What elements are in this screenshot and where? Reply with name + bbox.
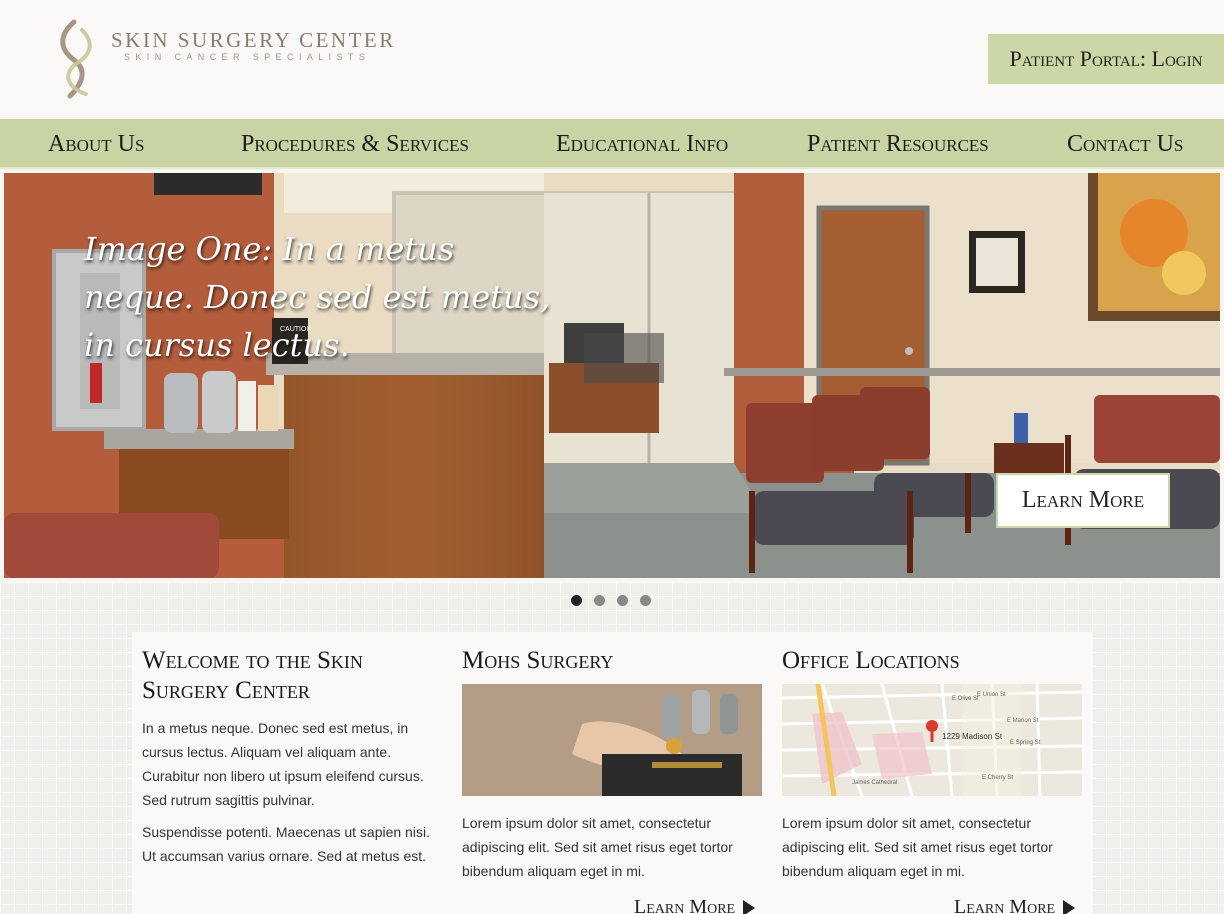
office-locations-text: Lorem ipsum dolor sit amet, consectetur … xyxy=(782,815,1053,879)
map-street-label-4: E Spring St xyxy=(1010,740,1041,746)
arrow-right-icon xyxy=(743,900,756,914)
content-panel: Welcome to the Skin Surgery Center In a … xyxy=(132,632,1092,914)
logo-subtitle: SKIN CANCER SPECIALISTS xyxy=(124,52,371,62)
logo-title: SKIN SURGERY CENTER xyxy=(111,28,396,52)
slider-pagination xyxy=(571,595,651,606)
slider-dot-4[interactable] xyxy=(640,595,651,606)
nav-item-contact-us[interactable]: Contact Us xyxy=(1067,119,1183,169)
slider-dot-1[interactable] xyxy=(571,595,582,606)
office-locations-column: Office Locations 1229 Madison St E Union… xyxy=(782,632,1082,883)
mohs-learn-more-label: Learn More xyxy=(634,896,736,914)
mohs-surgery-column: Mohs Surgery Lorem ipsum dolor sit amet,… xyxy=(462,632,762,883)
mohs-learn-more-link[interactable]: Learn More xyxy=(634,896,756,914)
mohs-surgery-title: Mohs Surgery xyxy=(462,647,614,674)
nav-item-about-us[interactable]: About Us xyxy=(48,119,144,169)
nav-item-patient-resources[interactable]: Patient Resources xyxy=(807,119,989,169)
office-learn-more-label: Learn More xyxy=(954,896,1056,914)
mohs-surgery-text: Lorem ipsum dolor sit amet, consectetur … xyxy=(462,815,733,879)
site-logo[interactable]: SKIN SURGERY CENTER SKIN CANCER SPECIALI… xyxy=(52,18,412,102)
welcome-title: Welcome to the Skin Surgery Center xyxy=(142,647,363,704)
hero-caption: Image One: In a metus neque. Donec sed e… xyxy=(84,230,551,364)
nav-item-procedures-services[interactable]: Procedures & Services xyxy=(241,119,469,169)
map-street-label-2: E Olive St xyxy=(952,696,979,702)
microscope-photo xyxy=(462,684,762,796)
map-street-label-5: E Cherry St xyxy=(982,775,1013,781)
slider-dot-2[interactable] xyxy=(594,595,605,606)
map-pin-label: 1229 Madison St xyxy=(942,732,1003,741)
office-locations-title: Office Locations xyxy=(782,647,960,674)
microscope-image xyxy=(462,684,762,796)
hero-learn-more-button[interactable]: Learn More xyxy=(996,473,1170,528)
office-learn-more-link[interactable]: Learn More xyxy=(954,896,1076,914)
slider-dot-3[interactable] xyxy=(617,595,628,606)
patient-portal-login-button[interactable]: Patient Portal: Login xyxy=(988,34,1224,84)
map-street-label-6: James Cathedral xyxy=(852,780,897,786)
welcome-paragraph-2: Suspendisse potenti. Maecenas ut sapien … xyxy=(142,824,430,864)
logo-swirl-icon xyxy=(60,19,92,99)
map-image: 1229 Madison St E Union St E Olive St E … xyxy=(782,684,1082,796)
map-street-label-1: E Union St xyxy=(977,692,1006,698)
site-header: SKIN SURGERY CENTER SKIN CANCER SPECIALI… xyxy=(0,0,1224,119)
arrow-right-icon xyxy=(1063,900,1076,914)
welcome-column: Welcome to the Skin Surgery Center In a … xyxy=(142,632,442,868)
main-nav: About Us Procedures & Services Education… xyxy=(0,119,1224,169)
map-street-label-3: E Marion St xyxy=(1007,718,1039,724)
nav-item-educational-info[interactable]: Educational Info xyxy=(556,119,728,169)
hero-slider: CAUTION Image One: In a metus neque. Don… xyxy=(4,173,1220,578)
welcome-paragraph-1: In a metus neque. Donec sed est metus, i… xyxy=(142,720,424,808)
location-map[interactable]: 1229 Madison St E Union St E Olive St E … xyxy=(782,684,1082,796)
